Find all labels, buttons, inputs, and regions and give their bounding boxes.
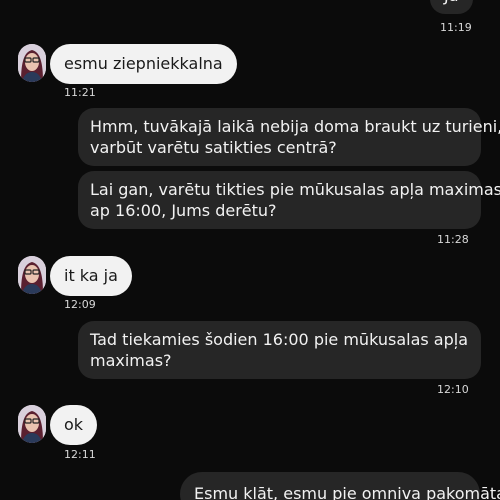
message-text: it ka ja [64,266,118,285]
avatar-image [18,44,46,82]
contact-avatar[interactable] [18,256,46,294]
chat-thread: Jā 11:19 esmu ziepniekkalna 11:21 Hmm, t… [0,0,500,500]
outgoing-message[interactable]: Esmu klāt, esmu pie omniva pakomāta. [180,472,500,500]
message-line: Tad tiekamies šodien 16:00 pie mūkusalas… [90,330,469,349]
message-timestamp: 12:09 [64,298,96,311]
message-timestamp: 12:10 [437,383,469,396]
message-timestamp: 12:11 [64,448,96,461]
message-line: maximas? [90,351,172,370]
outgoing-message[interactable]: Jā [430,0,473,14]
incoming-message[interactable]: esmu ziepniekkalna [50,44,237,84]
message-text: esmu ziepniekkalna [64,54,223,73]
message-timestamp: 11:28 [437,233,469,246]
outgoing-message[interactable]: Lai gan, varētu tikties pie mūkusalas ap… [78,171,500,229]
message-text: ok [64,415,84,434]
avatar-image [18,405,46,443]
message-line: ap 16:00, Jums derētu? [90,201,277,220]
message-text: Esmu klāt, esmu pie omniva pakomāta. [194,484,500,500]
contact-avatar[interactable] [18,405,46,443]
outgoing-message[interactable]: Hmm, tuvākajā laikā nebija doma braukt u… [78,108,500,166]
message-text: Jā [444,0,459,5]
message-timestamp: 11:19 [440,21,472,34]
incoming-message[interactable]: ok [50,405,98,445]
avatar-image [18,256,46,294]
message-line: Lai gan, varētu tikties pie mūkusalas ap… [90,180,500,199]
incoming-message[interactable]: it ka ja [50,256,132,296]
message-line: Hmm, tuvākajā laikā nebija doma braukt u… [90,117,500,136]
message-line: varbūt varētu satikties centrā? [90,138,337,157]
message-timestamp: 11:21 [64,86,96,99]
outgoing-message[interactable]: Tad tiekamies šodien 16:00 pie mūkusalas… [78,321,481,379]
contact-avatar[interactable] [18,44,46,82]
